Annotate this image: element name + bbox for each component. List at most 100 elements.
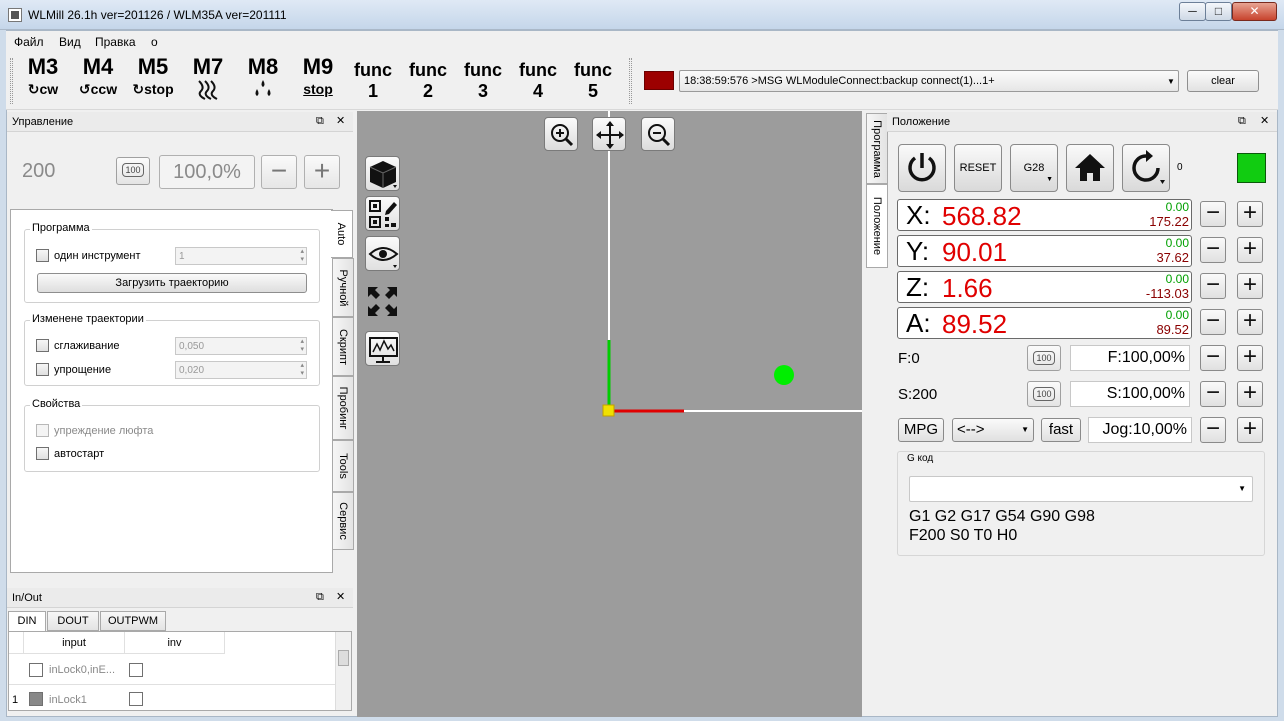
reset-100-button[interactable]: 100 [116, 157, 150, 185]
func-4-button[interactable]: func 4 [513, 55, 563, 105]
func-2-button[interactable]: func 2 [403, 55, 453, 105]
chevron-down-icon[interactable]: ▼ [1167, 77, 1175, 86]
simplify-checkbox[interactable] [36, 363, 49, 376]
tab-program[interactable]: Программа [866, 113, 888, 184]
m4-ccw-button[interactable]: M4 ↺ccw [73, 55, 123, 105]
jog-y-minus-button[interactable]: − [1200, 237, 1226, 263]
tab-script[interactable]: Скрипт [332, 317, 354, 376]
jog-x-minus-button[interactable]: − [1200, 201, 1226, 227]
feed-minus-button[interactable]: − [1200, 345, 1226, 371]
tab-auto[interactable]: Auto [331, 210, 353, 258]
rotation-button[interactable] [1122, 144, 1170, 192]
load-trajectory-button[interactable]: Загрузить траекторию [37, 273, 307, 293]
column-header-inv[interactable]: inv [125, 632, 225, 654]
power-button[interactable] [898, 144, 946, 192]
jog-a-plus-button[interactable]: + [1237, 309, 1263, 335]
tab-tools[interactable]: Tools [332, 440, 354, 492]
log-message-combo[interactable]: 18:38:59:576 >MSG WLModuleConnect:backup… [679, 70, 1179, 92]
close-dock-icon[interactable]: ✕ [336, 114, 345, 127]
tab-probing[interactable]: Пробинг [332, 376, 354, 440]
undock-icon[interactable]: ⧉ [316, 591, 324, 604]
toolbar-grip-2[interactable] [629, 58, 632, 104]
speed-100-button[interactable]: 100 [1027, 381, 1061, 407]
smoothing-spinbox[interactable]: 0,050 [175, 337, 307, 355]
qr-edit-button[interactable] [365, 196, 400, 231]
one-tool-checkbox[interactable] [36, 249, 49, 262]
close-dock-icon[interactable]: ✕ [1260, 114, 1269, 127]
mpg-button[interactable]: MPG [898, 418, 944, 442]
fast-button[interactable]: fast [1041, 418, 1081, 442]
jog-minus-button[interactable]: − [1200, 417, 1226, 443]
jog-z-plus-button[interactable]: + [1237, 273, 1263, 299]
backlash-checkbox[interactable] [36, 424, 49, 437]
column-header-input[interactable]: input [24, 632, 125, 654]
inv-checkbox[interactable] [129, 663, 143, 677]
menu-edit[interactable]: Правка [95, 35, 136, 49]
reset-button[interactable]: RESET [954, 144, 1002, 192]
jog-override-value: Jog:10,00% [1088, 417, 1192, 443]
eye-icon [368, 247, 399, 268]
inv-checkbox[interactable] [129, 692, 143, 706]
func-1-button[interactable]: func 1 [348, 55, 398, 105]
m7-mist-button[interactable]: M7 [183, 55, 233, 105]
feed-100-button[interactable]: 100 [1027, 345, 1061, 371]
fit-view-button[interactable] [365, 284, 400, 319]
gcode-modal-line-1: G1 G2 G17 G54 G90 G98 [909, 508, 1095, 525]
input-checkbox[interactable] [29, 663, 43, 677]
io-table: input inv inLock0,inE... 1 inLock1 [8, 631, 352, 711]
jog-x-plus-button[interactable]: + [1237, 201, 1263, 227]
m3-cw-button[interactable]: M3 ↻cw [18, 55, 68, 105]
func-3-button[interactable]: func 3 [458, 55, 508, 105]
g28-button[interactable]: G28 ▼ [1010, 144, 1058, 192]
menu-view[interactable]: Вид [59, 35, 81, 49]
autostart-checkbox[interactable] [36, 447, 49, 460]
tab-service[interactable]: Сервис [332, 492, 354, 550]
view-cube-button[interactable] [365, 156, 400, 191]
tab-outpwm[interactable]: OUTPWM [100, 611, 166, 631]
jog-z-minus-button[interactable]: − [1200, 273, 1226, 299]
tab-dout[interactable]: DOUT [47, 611, 99, 631]
decrease-button[interactable]: − [261, 155, 297, 189]
clear-log-button[interactable]: clear [1187, 70, 1259, 92]
speed-plus-button[interactable]: + [1237, 381, 1263, 407]
undock-icon[interactable]: ⧉ [1238, 115, 1246, 128]
menu-o[interactable]: o [151, 35, 158, 49]
maximize-button[interactable]: □ [1205, 2, 1232, 21]
jog-plus-button[interactable]: + [1237, 417, 1263, 443]
jog-a-minus-button[interactable]: − [1200, 309, 1226, 335]
smoothing-checkbox[interactable] [36, 339, 49, 352]
input-checkbox[interactable] [29, 692, 43, 706]
control-dock-title: Управление [7, 112, 353, 132]
undock-icon[interactable]: ⧉ [316, 115, 324, 128]
scrollbar[interactable] [335, 632, 351, 710]
one-tool-spinbox[interactable]: 1 [175, 247, 307, 265]
jog-mode-dropdown[interactable]: <--> ▼ [952, 418, 1034, 442]
simplify-spinbox[interactable]: 0,020 [175, 361, 307, 379]
home-button[interactable] [1066, 144, 1114, 192]
tab-din[interactable]: DIN [8, 611, 46, 632]
speed-minus-button[interactable]: − [1200, 381, 1226, 407]
scrollbar-thumb[interactable] [338, 650, 349, 666]
pan-button[interactable] [592, 117, 626, 151]
zoom-in-button[interactable] [544, 117, 578, 151]
toolpath-viewport[interactable] [357, 111, 862, 717]
close-button[interactable]: ✕ [1232, 2, 1277, 21]
visibility-button[interactable] [365, 236, 400, 271]
m5-stop-button[interactable]: M5 ↻stop [128, 55, 178, 105]
feed-plus-button[interactable]: + [1237, 345, 1263, 371]
toolbar-grip[interactable] [10, 58, 13, 104]
tab-manual[interactable]: Ручной [332, 258, 354, 317]
func-5-button[interactable]: func 5 [568, 55, 618, 105]
tab-position[interactable]: Положение [866, 184, 888, 268]
gcode-input[interactable]: ▼ [909, 476, 1253, 502]
row-header-corner [9, 632, 24, 654]
close-dock-icon[interactable]: ✕ [336, 590, 345, 603]
zoom-out-button[interactable] [641, 117, 675, 151]
minimize-button[interactable]: ─ [1179, 2, 1206, 21]
menu-file[interactable]: Файл [14, 35, 44, 49]
jog-y-plus-button[interactable]: + [1237, 237, 1263, 263]
increase-button[interactable]: + [304, 155, 340, 189]
m8-flood-button[interactable]: M8 [238, 55, 288, 105]
monitor-button[interactable] [365, 331, 400, 366]
m9-stop-button[interactable]: M9 stop [293, 55, 343, 105]
